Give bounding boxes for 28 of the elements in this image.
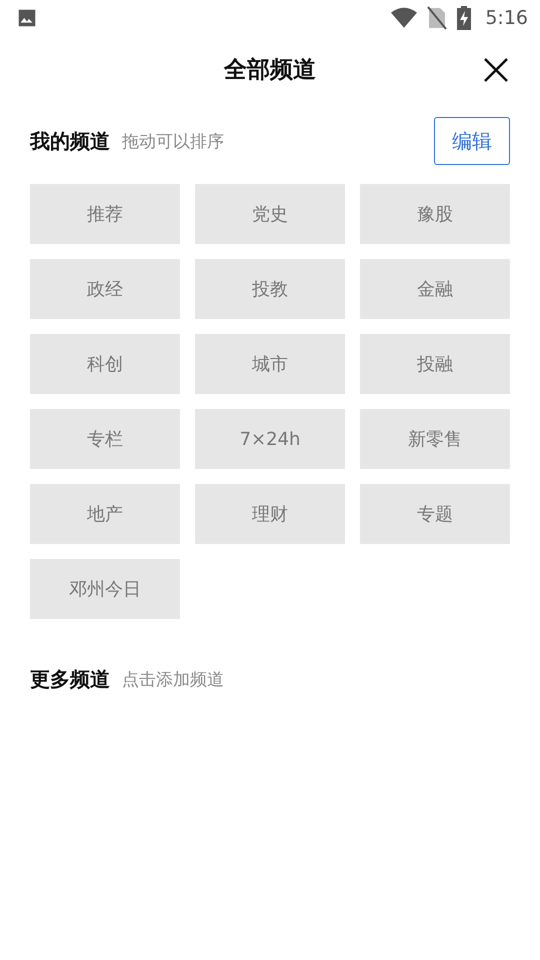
channel-tile[interactable]: 新零售 <box>360 409 510 469</box>
channel-tile[interactable]: 7×24h <box>195 409 345 469</box>
channel-tile[interactable]: 豫股 <box>360 184 510 244</box>
no-sim-icon <box>427 6 448 30</box>
channel-tile[interactable]: 推荐 <box>30 184 180 244</box>
wifi-icon <box>391 7 418 29</box>
image-icon <box>16 7 38 29</box>
channel-tile[interactable]: 邓州今日 <box>30 559 180 619</box>
section-title: 我的频道 <box>30 128 110 154</box>
channel-tile[interactable]: 政经 <box>30 259 180 319</box>
channel-tile[interactable]: 专栏 <box>30 409 180 469</box>
battery-charging-icon <box>457 6 472 30</box>
section-hint: 拖动可以排序 <box>122 130 225 152</box>
page-title: 全部频道 <box>224 56 316 84</box>
channel-tile[interactable]: 地产 <box>30 484 180 544</box>
channel-tile[interactable]: 党史 <box>195 184 345 244</box>
close-button[interactable] <box>482 56 510 84</box>
channel-tile[interactable]: 城市 <box>195 334 345 394</box>
channel-tile[interactable]: 投教 <box>195 259 345 319</box>
status-time: 5:16 <box>485 7 528 29</box>
channel-tile[interactable]: 专题 <box>360 484 510 544</box>
section-hint: 点击添加频道 <box>122 668 225 690</box>
section-title: 更多频道 <box>30 666 110 692</box>
channel-tile[interactable]: 投融 <box>360 334 510 394</box>
edit-button[interactable]: 编辑 <box>434 117 510 165</box>
channel-tile[interactable]: 金融 <box>360 259 510 319</box>
channel-tile[interactable]: 理财 <box>195 484 345 544</box>
channel-tile[interactable]: 科创 <box>30 334 180 394</box>
